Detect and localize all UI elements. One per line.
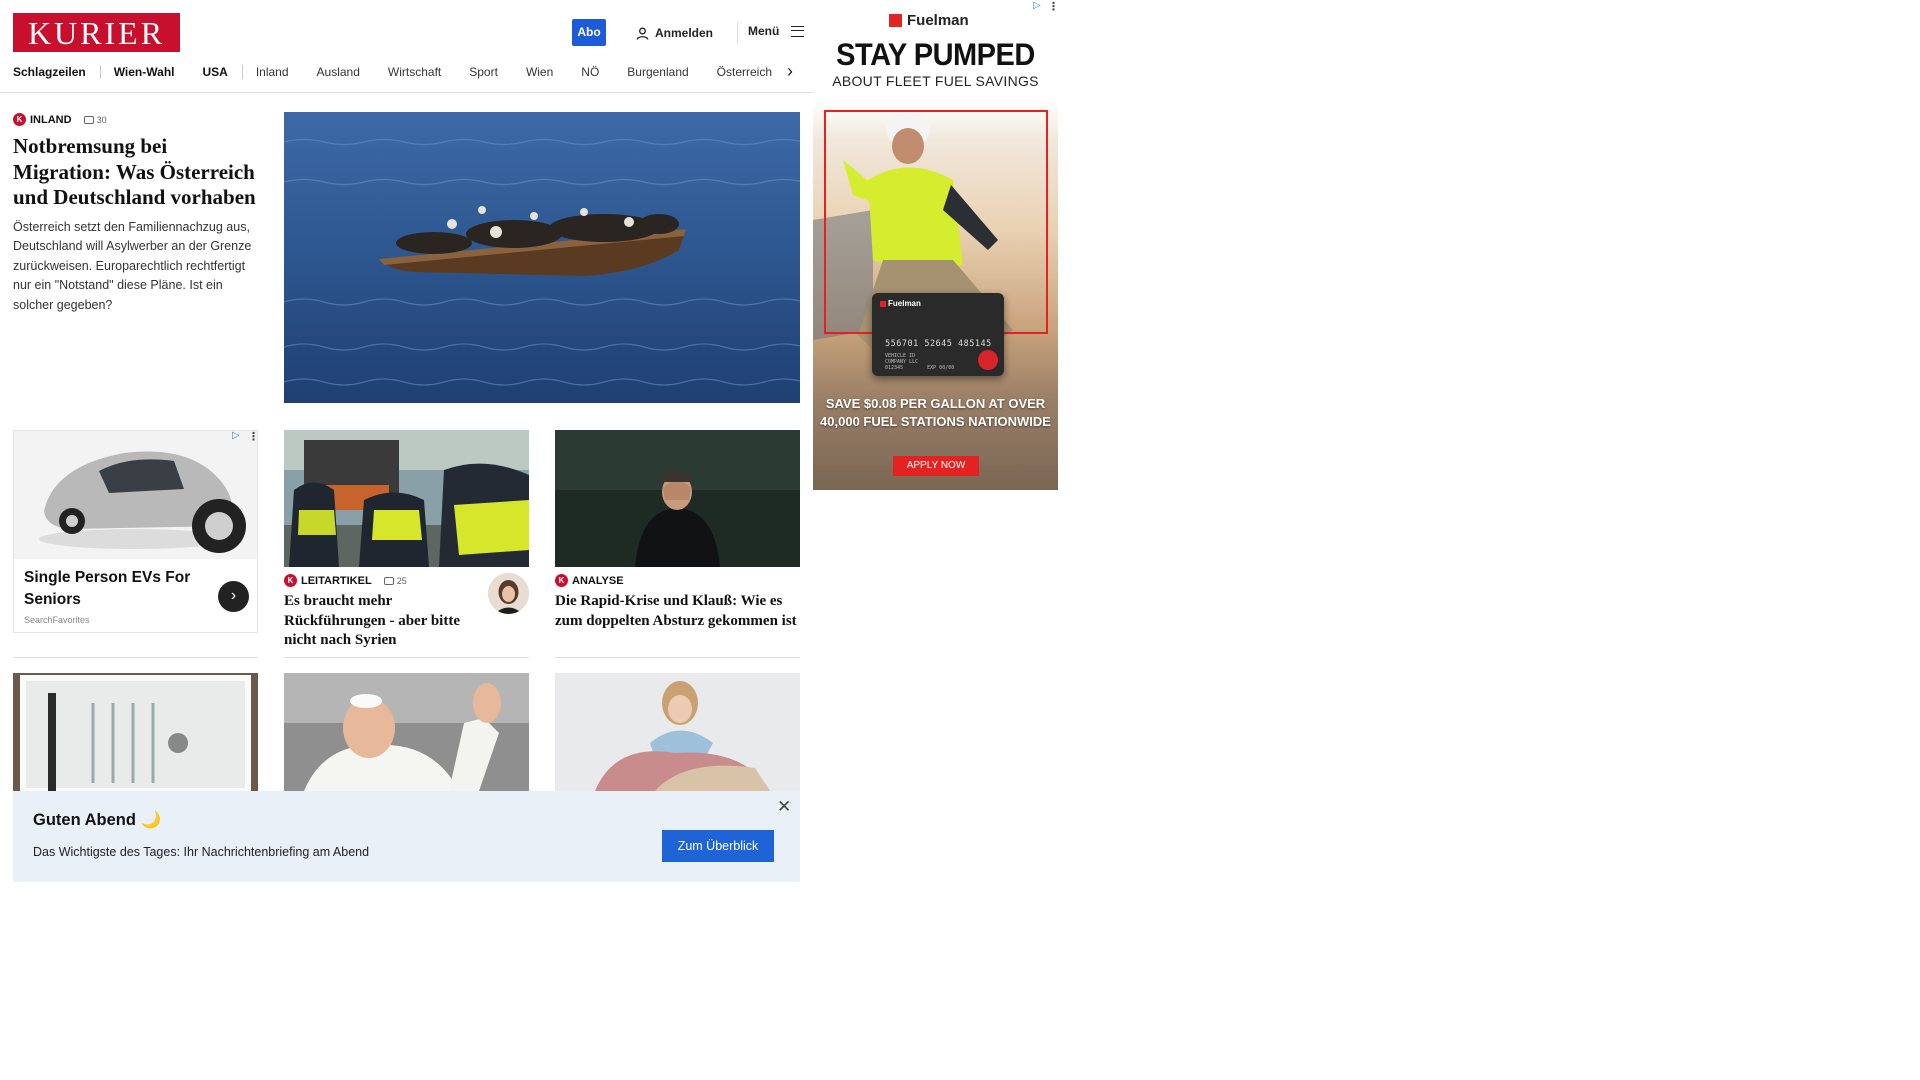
- nav-item-inland[interactable]: Inland: [256, 65, 289, 79]
- nav-item-wirtschaft[interactable]: Wirtschaft: [388, 65, 441, 79]
- nav-scroll-right-icon[interactable]: ›: [787, 62, 801, 81]
- nav-item-noe[interactable]: NÖ: [581, 65, 599, 79]
- kurier-k-icon: K: [555, 574, 568, 587]
- kicker-label: INLAND: [30, 113, 72, 126]
- nav-item-usa[interactable]: USA: [202, 65, 227, 79]
- hamburger-icon: [791, 25, 805, 37]
- ad-title[interactable]: Single Person EVs For Seniors: [24, 567, 204, 611]
- article-image-pope[interactable]: [284, 673, 529, 791]
- apply-now-button[interactable]: APPLY NOW: [893, 456, 979, 476]
- zum-ueberblick-button[interactable]: Zum Überblick: [662, 830, 774, 862]
- user-icon: [636, 27, 649, 40]
- comment-count-value: 25: [396, 575, 407, 586]
- nav-divider: [99, 65, 101, 79]
- comment-count[interactable]: 30: [83, 114, 107, 125]
- ad-offer-line: SAVE $0.08 PER GALLON AT OVER: [825, 396, 1046, 411]
- card-divider: [284, 657, 529, 658]
- author-avatar[interactable]: [488, 573, 529, 614]
- fuel-card-details: VEHICLE ID COMPANY LLC 012345 EXP 00/00: [885, 353, 955, 371]
- article-headline[interactable]: Es braucht mehr Rückführungen - aber bit…: [284, 592, 479, 651]
- article-image-medical-cabinet[interactable]: [13, 673, 258, 791]
- briefing-title: Guten Abend 🌙: [33, 811, 162, 829]
- abo-button[interactable]: Abo: [572, 19, 606, 46]
- fuelman-logo-icon: [889, 14, 902, 27]
- nav-item-oesterreich[interactable]: Österreich: [717, 65, 772, 79]
- article-kicker: K INLAND 30: [13, 113, 258, 126]
- fuel-card-brand: Fuelman: [880, 299, 921, 308]
- nav-item-wien[interactable]: Wien: [526, 65, 553, 79]
- article-headline[interactable]: Die Rapid-Krise und Klauß: Wie es zum do…: [555, 592, 800, 631]
- native-ad-card[interactable]: Single Person EVs For Seniors SearchFavo…: [13, 430, 258, 633]
- kurier-k-icon: K: [13, 113, 26, 126]
- login-link[interactable]: Anmelden: [636, 24, 713, 42]
- lead-teaser: Österreich setzt den Familiennachzug aus…: [13, 219, 252, 312]
- fuelman-brand: Fuelman: [889, 12, 969, 29]
- briefing-text: Das Wichtigste des Tages: Ihr Nachrichte…: [33, 845, 370, 859]
- fuelman-brand-label: Fuelman: [907, 12, 969, 29]
- card-divider: [13, 657, 258, 658]
- comment-icon: [83, 115, 94, 124]
- ad-offer-text: SAVE $0.08 PER GALLON AT OVER 40,000 FUE…: [813, 395, 1058, 431]
- evening-briefing-banner: Guten Abend 🌙 Das Wichtigste des Tages: …: [13, 791, 800, 882]
- kurier-logo[interactable]: KURIER: [13, 13, 180, 52]
- article-image-football-coach[interactable]: [555, 430, 800, 567]
- kicker-label: LEITARTIKEL: [301, 574, 372, 587]
- ad-subheadline: ABOUT FLEET FUEL SAVINGS: [832, 73, 1039, 89]
- ad-offer-line: 40,000 FUEL STATIONS NATIONWIDE: [820, 414, 1051, 429]
- ad-image-single-person-ev[interactable]: [14, 431, 257, 559]
- fuel-card-image: Fuelman 556701 52645 485145 VEHICLE ID C…: [872, 293, 1004, 376]
- article-image-police[interactable]: [284, 430, 529, 567]
- fuel-card-emblem-icon: [978, 350, 998, 370]
- kicker-label: ANALYSE: [572, 574, 624, 587]
- lead-article[interactable]: K INLAND 30 Notbremsung bei Migration: W…: [13, 113, 258, 315]
- chevron-right-icon[interactable]: ›: [218, 581, 249, 612]
- ad-options-icon[interactable]: ⋮: [1048, 0, 1058, 13]
- nav-item-ausland[interactable]: Ausland: [317, 65, 360, 79]
- adchoices-icon[interactable]: ▷: [1033, 0, 1041, 11]
- ad-source: SearchFavorites: [24, 615, 90, 625]
- nav-item-schlagzeilen[interactable]: Schlagzeilen: [13, 65, 86, 79]
- nav-item-sport[interactable]: Sport: [469, 65, 498, 79]
- section-nav: Schlagzeilen Wien-Wahl USA Inland Auslan…: [13, 63, 803, 81]
- lead-headline[interactable]: Notbremsung bei Migration: Was Österreic…: [13, 134, 258, 211]
- card-divider: [555, 657, 800, 658]
- kurier-k-icon: K: [284, 574, 297, 587]
- header-divider: [737, 22, 738, 44]
- article-card-analyse[interactable]: K ANALYSE Die Rapid-Krise und Klauß: Wie…: [555, 430, 800, 658]
- fuelman-display-ad[interactable]: Fuelman STAY PUMPED ABOUT FLEET FUEL SAV…: [813, 0, 1058, 490]
- article-card-leitartikel[interactable]: K LEITARTIKEL 25 Es braucht mehr Rückfüh…: [284, 430, 529, 658]
- close-icon[interactable]: ✕: [777, 797, 791, 817]
- adchoices-icon[interactable]: ▷: [232, 430, 240, 441]
- login-label: Anmelden: [655, 26, 714, 40]
- nav-divider: [241, 65, 243, 79]
- comment-count-value: 30: [96, 114, 107, 125]
- comment-count[interactable]: 25: [383, 575, 407, 586]
- ad-headline: STAY PUMPED: [836, 37, 1035, 73]
- menu-button[interactable]: Menü: [748, 24, 805, 38]
- nav-divider-line: [0, 92, 813, 93]
- nav-item-burgenland[interactable]: Burgenland: [627, 65, 688, 79]
- nav-item-wien-wahl[interactable]: Wien-Wahl: [114, 65, 175, 79]
- fuel-card-number: 556701 52645 485145: [885, 339, 992, 349]
- article-kicker: K ANALYSE: [555, 574, 800, 587]
- menu-label: Menü: [748, 24, 780, 38]
- article-image-woman-laundry[interactable]: [555, 673, 800, 791]
- comment-icon: [383, 576, 394, 585]
- fuel-card-brand-label: Fuelman: [888, 299, 921, 308]
- fuelman-logo-icon: [880, 300, 886, 307]
- ad-options-icon[interactable]: ⋮: [248, 430, 259, 443]
- lead-image-migrant-boat[interactable]: [284, 112, 800, 403]
